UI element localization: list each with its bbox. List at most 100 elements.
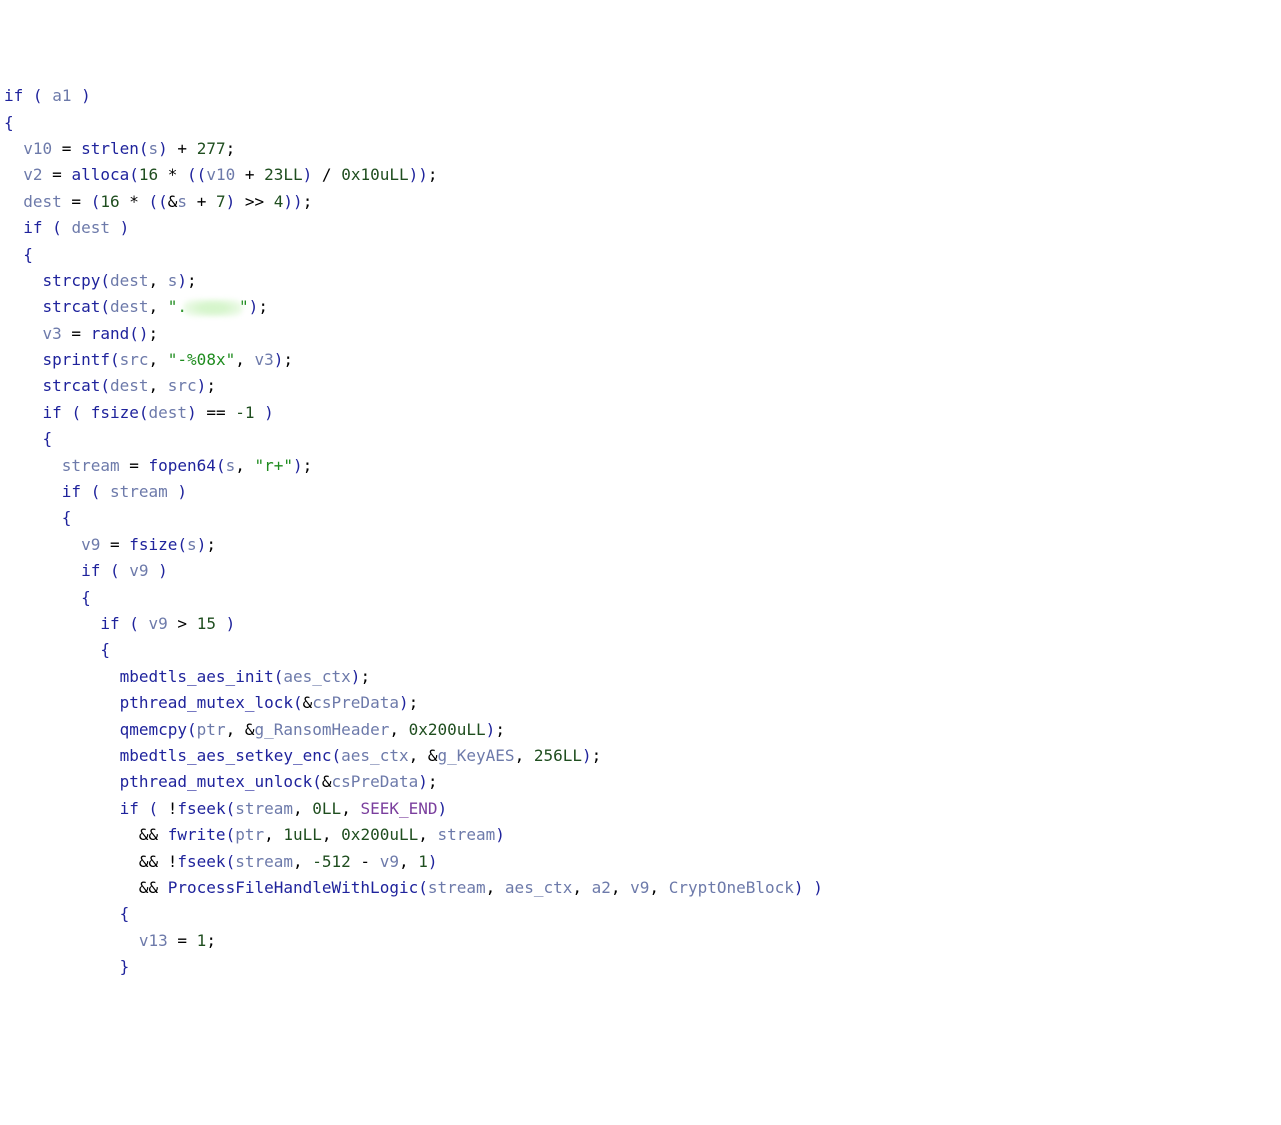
token-paren: ( [187, 720, 197, 739]
token-var: csPreData [332, 772, 419, 791]
token-var: dest [110, 297, 149, 316]
code-line: v10 = strlen(s) + 277; [4, 136, 1277, 162]
token-var: s [187, 535, 197, 554]
token-paren: ) [226, 192, 236, 211]
token-var: dest [110, 376, 149, 395]
token-kw: if [43, 403, 62, 422]
token-plain [4, 799, 120, 818]
token-plain: , [341, 799, 360, 818]
code-line: if ( fsize(dest) == -1 ) [4, 400, 1277, 426]
token-plain: ; [206, 376, 216, 395]
token-plain: , [515, 746, 534, 765]
token-kw: if [4, 86, 23, 105]
token-var: dest [110, 271, 149, 290]
token-num: 0x200uLL [409, 720, 486, 739]
code-line: v2 = alloca(16 * ((v10 + 23LL) / 0x10uLL… [4, 162, 1277, 188]
code-line: if ( !fseek(stream, 0LL, SEEK_END) [4, 796, 1277, 822]
token-plain: , [649, 878, 668, 897]
token-fn: qmemcpy [120, 720, 187, 739]
code-line: if ( v9 > 15 ) [4, 611, 1277, 637]
token-plain [100, 482, 110, 501]
token-paren: ( [110, 350, 120, 369]
token-plain: & [168, 192, 178, 211]
token-plain: > [168, 614, 197, 633]
token-plain: ; [206, 535, 216, 554]
token-plain: , [418, 825, 437, 844]
token-plain [4, 535, 81, 554]
token-paren: (( [187, 165, 206, 184]
token-paren: ) [120, 218, 130, 237]
token-fn: strcpy [43, 271, 101, 290]
token-paren: ) [226, 614, 236, 633]
token-plain [4, 957, 120, 976]
code-line: sprintf(src, "-%08x", v3); [4, 347, 1277, 373]
token-plain: ; [495, 720, 505, 739]
token-num: 1 [197, 931, 207, 950]
token-paren: ) [187, 403, 197, 422]
token-var: aes_ctx [505, 878, 572, 897]
token-paren: ) [197, 535, 207, 554]
code-line: v13 = 1; [4, 928, 1277, 954]
token-plain: = [100, 535, 129, 554]
token-paren: ) [813, 878, 823, 897]
token-var: aes_ctx [341, 746, 408, 765]
code-line: if ( stream ) [4, 479, 1277, 505]
code-line: strcat(dest, "."); [4, 294, 1277, 320]
token-plain: + [235, 165, 264, 184]
token-plain [149, 561, 159, 580]
token-kw: if [100, 614, 119, 633]
token-fn: strlen [81, 139, 139, 158]
token-num: 0x200uLL [341, 825, 418, 844]
token-var: CryptOneBlock [669, 878, 794, 897]
token-plain [120, 561, 130, 580]
token-plain: , [572, 878, 591, 897]
token-paren: ) [582, 746, 592, 765]
token-paren: ( [293, 693, 303, 712]
token-kw: if [81, 561, 100, 580]
token-kw: if [23, 218, 42, 237]
token-plain: , [235, 350, 254, 369]
token-var: a2 [592, 878, 611, 897]
code-line: v3 = rand(); [4, 321, 1277, 347]
code-line: { [4, 901, 1277, 927]
token-plain: ! [158, 799, 177, 818]
token-var: stream [110, 482, 168, 501]
token-paren: ) [794, 878, 804, 897]
token-plain [216, 614, 226, 633]
token-fn: alloca [71, 165, 129, 184]
token-num: 15 [197, 614, 216, 633]
token-paren: ) [399, 693, 409, 712]
token-plain: , [149, 271, 168, 290]
token-plain [168, 482, 178, 501]
token-plain [4, 297, 43, 316]
code-line: && fwrite(ptr, 1uLL, 0x200uLL, stream) [4, 822, 1277, 848]
token-plain: ; [283, 350, 293, 369]
token-plain: = [168, 931, 197, 950]
token-plain: ; [592, 746, 602, 765]
token-var: v9 [129, 561, 148, 580]
token-plain: ; [187, 271, 197, 290]
token-var: dest [149, 403, 188, 422]
token-num: 1 [418, 852, 428, 871]
token-num: 256LL [534, 746, 582, 765]
token-paren: () [129, 324, 148, 343]
token-plain: = [52, 139, 81, 158]
token-plain [4, 139, 23, 158]
token-var: src [168, 376, 197, 395]
token-plain: , & [409, 746, 438, 765]
token-var: v13 [139, 931, 168, 950]
token-mac: SEEK_END [360, 799, 437, 818]
token-var: dest [71, 218, 110, 237]
token-var: aes_ctx [283, 667, 350, 686]
code-line: { [4, 637, 1277, 663]
token-brace: } [120, 957, 130, 976]
token-paren: ( [332, 746, 342, 765]
token-plain [110, 218, 120, 237]
token-var: s [168, 271, 178, 290]
token-plain [43, 218, 53, 237]
token-plain [4, 165, 23, 184]
token-plain: ; [303, 456, 313, 475]
token-plain: = [120, 456, 149, 475]
token-paren: ) [177, 271, 187, 290]
token-brace: { [62, 508, 72, 527]
